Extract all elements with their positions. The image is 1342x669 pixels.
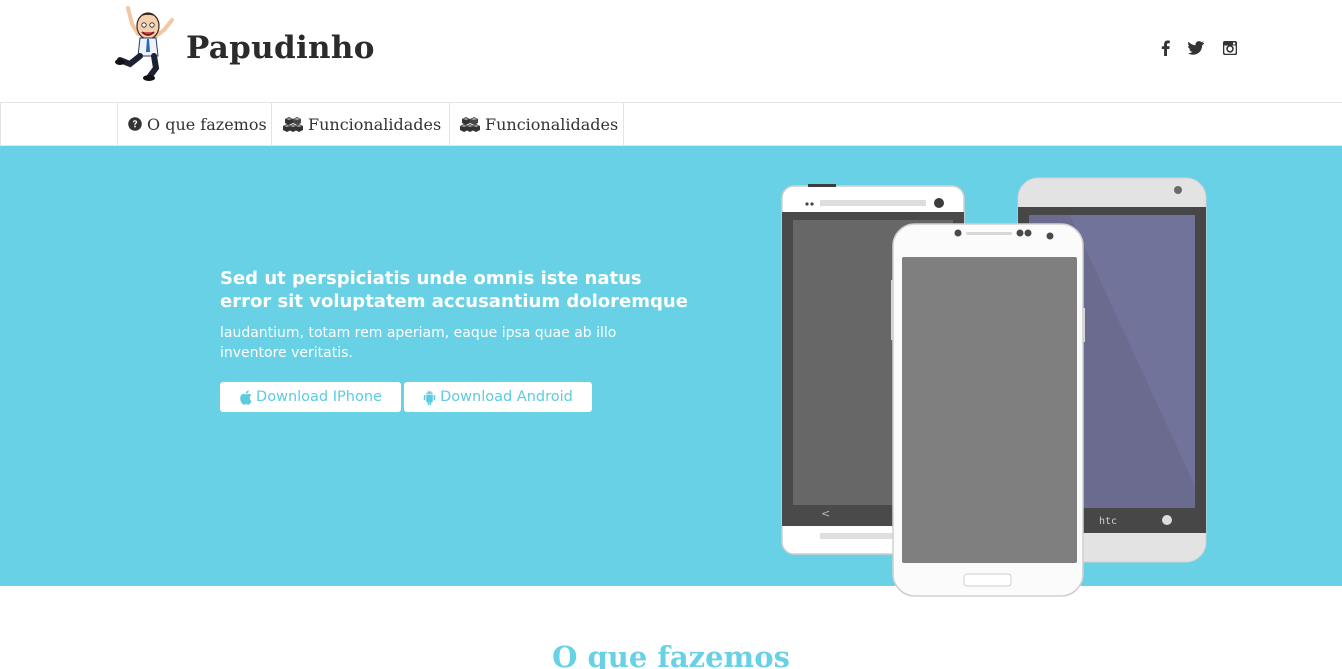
phones-illustration: htc < xyxy=(770,170,1220,610)
nav-item-funcionalidades[interactable]: Funcionalidades xyxy=(271,103,450,145)
main-nav: O que fazemos Funcionalidades Funcionali… xyxy=(0,102,1342,146)
question-circle-icon xyxy=(128,117,142,131)
phone-brand-label: htc xyxy=(1099,516,1117,527)
download-android-label: Download Android xyxy=(440,389,573,405)
download-iphone-label: Download IPhone xyxy=(256,389,382,405)
nav-divider xyxy=(0,103,1,145)
nav-item-funcionalidades-2[interactable]: Funcionalidades xyxy=(449,103,624,145)
section-title: O que fazemos xyxy=(552,640,790,669)
logo-mascot-icon[interactable] xyxy=(114,4,178,82)
nav-item-o-que-fazemos[interactable]: O que fazemos xyxy=(117,103,272,145)
cubes-icon xyxy=(283,116,303,132)
download-android-button[interactable]: Download Android xyxy=(404,382,592,412)
brand-name[interactable]: Papudinho xyxy=(186,30,375,66)
svg-text:<: < xyxy=(821,507,830,520)
site-header: Papudinho xyxy=(0,0,1342,102)
cubes-icon xyxy=(460,116,480,132)
hero-title: Sed ut perspiciatis unde omnis iste natu… xyxy=(220,268,688,312)
nav-item-label: Funcionalidades xyxy=(308,114,442,134)
nav-item-label: Funcionalidades xyxy=(485,114,619,134)
instagram-icon[interactable] xyxy=(1222,38,1238,58)
download-iphone-button[interactable]: Download IPhone xyxy=(220,382,401,412)
android-icon xyxy=(423,389,436,405)
hero-subtitle: laudantium, totam rem aperiam, eaque ips… xyxy=(220,325,617,361)
twitter-icon[interactable] xyxy=(1187,38,1205,58)
nav-item-label: O que fazemos xyxy=(147,114,267,134)
facebook-icon[interactable] xyxy=(1158,38,1172,58)
nav-divider xyxy=(623,103,624,145)
android-phone-icon xyxy=(891,223,1085,597)
apple-icon xyxy=(239,389,252,405)
